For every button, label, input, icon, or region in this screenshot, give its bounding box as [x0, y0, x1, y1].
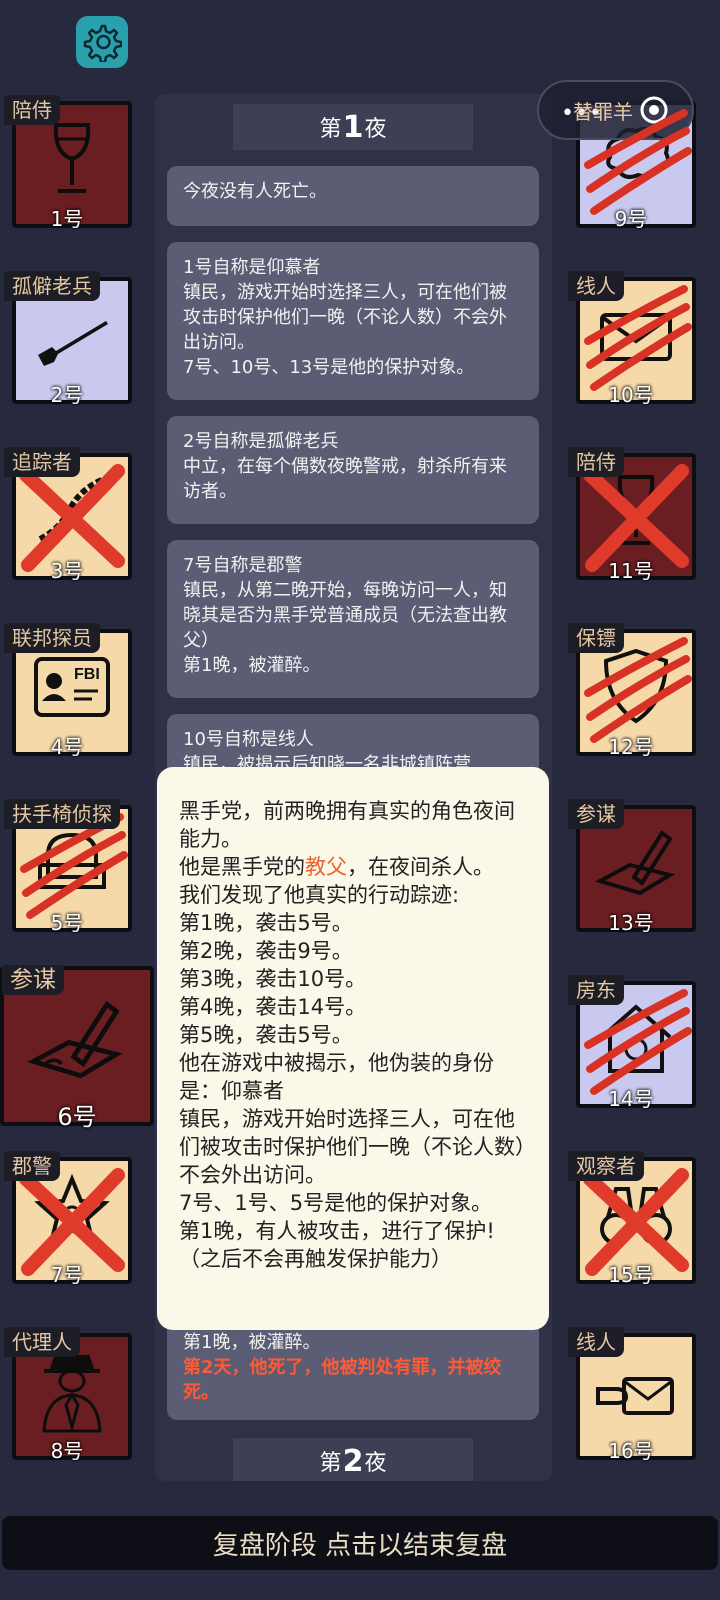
- message-line: 镇民，游戏开始时选择三人，可在他们被攻击时保护他们一晚（不论人数）不会外出访问。: [183, 282, 507, 353]
- track-line: 第5晚，袭击5号。: [179, 1023, 353, 1047]
- track-line: 第3晚，袭击10号。: [179, 967, 367, 991]
- death-note: 第2天，他死了，他被判处有罪，并被绞死。: [183, 1357, 502, 1403]
- popup-line: 第1晚，有人被攻击，进行了保护!（之后不会再触发保护能力）: [179, 1219, 495, 1271]
- night-1-header: 第1夜: [233, 104, 473, 150]
- pen-paper-icon: [594, 830, 676, 896]
- player-number: 4号: [50, 735, 84, 759]
- role-tag: 追踪者: [4, 447, 80, 477]
- player-number: 7号: [50, 1263, 84, 1287]
- fbi-badge-icon: FBI: [34, 657, 110, 717]
- message-line: 7号自称是郡警: [183, 555, 303, 576]
- player-number: 1号: [50, 207, 84, 231]
- wine-glass-icon: [53, 123, 91, 193]
- player-number: 16号: [608, 1439, 654, 1463]
- night-prefix: 第: [319, 1451, 342, 1476]
- role-highlight: 教父: [305, 855, 347, 879]
- role-tag: 郡警: [4, 1151, 60, 1181]
- message-line: 2号自称是孤僻老兵: [183, 431, 339, 452]
- message-line: 第1晚，被灌醉。: [183, 1332, 321, 1353]
- role-tag: 参谋: [2, 965, 64, 995]
- role-tag: 观察者: [568, 1151, 644, 1181]
- player-card-6[interactable]: 参谋 6号: [0, 965, 154, 1132]
- player-number: 8号: [50, 1439, 84, 1463]
- settings-button[interactable]: [76, 16, 128, 68]
- role-tag: 扶手椅侦探: [4, 799, 120, 829]
- player-number: 12号: [608, 735, 654, 759]
- role-tag: 陪侍: [568, 447, 624, 477]
- role-tag: 代理人: [4, 1327, 80, 1357]
- popup-text: ，在夜间杀人。: [347, 855, 494, 879]
- player-card-12[interactable]: 保镖 12号: [566, 623, 696, 760]
- player-card-16[interactable]: 线人 16号: [566, 1327, 696, 1464]
- player-card-8[interactable]: 代理人 8号: [2, 1327, 132, 1464]
- track-line: 第1晚，袭击5号。: [179, 911, 353, 935]
- player-card-7[interactable]: 郡警 7号: [2, 1151, 132, 1288]
- log-message: 第1晚，被灌醉。 第2天，他死了，他被判处有罪，并被绞死。: [167, 1320, 539, 1420]
- night-suffix: 夜: [364, 1451, 387, 1476]
- popup-line: 我们发现了他真实的行动踪迹:: [179, 883, 460, 907]
- player-card-11[interactable]: 陪侍 11号: [566, 447, 696, 584]
- popup-line: 镇民，游戏开始时选择三人，可在他们被攻击时保护他们一晚（不论人数）不会外出访问。: [179, 1107, 526, 1187]
- role-tag: 房东: [568, 975, 624, 1005]
- role-tag: 联邦探员: [4, 623, 100, 653]
- message-line: 10号自称是线人: [183, 729, 314, 750]
- message-line: 今夜没有人死亡。: [183, 181, 327, 202]
- svg-text:FBI: FBI: [74, 666, 100, 683]
- player-number: 3号: [50, 559, 84, 583]
- player-number: 2号: [50, 383, 84, 407]
- track-line: 第4晚，袭击14号。: [179, 995, 367, 1019]
- gear-icon: [83, 24, 122, 62]
- player-card-10[interactable]: 线人 10号: [566, 271, 696, 408]
- night-number: 1: [342, 109, 364, 145]
- popup-line: 他是黑手党的教父，在夜间杀人。: [179, 853, 529, 881]
- player-number: 9号: [614, 207, 648, 231]
- player-number: 13号: [608, 911, 654, 935]
- player-card-5[interactable]: 扶手椅侦探 5号: [2, 799, 132, 936]
- end-review-button[interactable]: 复盘阶段 点击以结束复盘: [2, 1516, 718, 1570]
- log-message: 1号自称是仰慕者 镇民，游戏开始时选择三人，可在他们被攻击时保护他们一晚（不论人…: [167, 242, 539, 400]
- role-tag: 陪侍: [4, 95, 60, 125]
- message-line: 1号自称是仰慕者: [183, 257, 321, 278]
- player-card-3[interactable]: 追踪者 3号: [2, 447, 132, 584]
- message-line: 中立，在每个偶数夜晚警戒，射杀所有来访者。: [183, 456, 507, 502]
- night-prefix: 第: [319, 117, 342, 142]
- message-line: 7号、10号、13号是他的保护对象。: [183, 357, 475, 378]
- player-card-15[interactable]: 观察者 15号: [566, 1151, 696, 1288]
- role-detail-popup[interactable]: 黑手党，前两晚拥有真实的角色夜间能力。 他是黑手党的教父，在夜间杀人。 我们发现…: [157, 767, 549, 1330]
- role-tag: 孤僻老兵: [4, 271, 100, 301]
- envelope-hand-icon: [596, 1377, 674, 1415]
- rifle-icon: [38, 321, 108, 366]
- role-tag: 参谋: [568, 799, 624, 829]
- log-message: 7号自称是郡警 镇民，从第二晚开始，每晚访问一人，知晓其是否为黑手党普通成员（无…: [167, 540, 539, 698]
- track-line: 第2晚，袭击9号。: [179, 939, 353, 963]
- night-suffix: 夜: [364, 117, 387, 142]
- player-number: 15号: [608, 1263, 654, 1287]
- role-tag: 线人: [568, 271, 624, 301]
- log-message: 2号自称是孤僻老兵 中立，在每个偶数夜晚警戒，射杀所有来访者。: [167, 416, 539, 524]
- player-number: 11号: [608, 559, 654, 583]
- role-tag: 线人: [568, 1327, 624, 1357]
- night-number: 2: [342, 1443, 364, 1479]
- player-card-1[interactable]: 陪侍 1号: [2, 95, 132, 232]
- player-card-14[interactable]: 房东 14号: [566, 975, 696, 1112]
- role-tag: 保镖: [568, 623, 624, 653]
- message-line: 镇民，从第二晚开始，每晚访问一人，知晓其是否为黑手党普通成员（无法查出教父）: [183, 580, 507, 651]
- player-card-9[interactable]: 9号: [566, 96, 696, 232]
- popup-line: 黑手党，前两晚拥有真实的角色夜间能力。: [179, 799, 515, 851]
- player-number: 14号: [608, 1087, 654, 1111]
- player-card-2[interactable]: 孤僻老兵 2号: [2, 271, 132, 408]
- message-line: 第1晚，被灌醉。: [183, 655, 321, 676]
- player-card-13[interactable]: 参谋 13号: [566, 799, 696, 936]
- player-number: 5号: [50, 911, 84, 935]
- popup-line: 7号、1号、5号是他的保护对象。: [179, 1191, 493, 1215]
- player-card-4[interactable]: FBI 联邦探员 4号: [2, 623, 132, 760]
- night-2-header: 第2夜: [233, 1438, 473, 1481]
- pen-paper-icon: [26, 1000, 123, 1079]
- mobster-icon: [42, 1355, 102, 1433]
- popup-text: 他是黑手党的: [179, 855, 305, 879]
- popup-line: 他在游戏中被揭示，他伪装的身份是：仰慕者: [179, 1051, 494, 1103]
- player-number: 10号: [608, 383, 654, 407]
- log-message: 今夜没有人死亡。: [167, 166, 539, 226]
- player-number: 6号: [57, 1103, 97, 1131]
